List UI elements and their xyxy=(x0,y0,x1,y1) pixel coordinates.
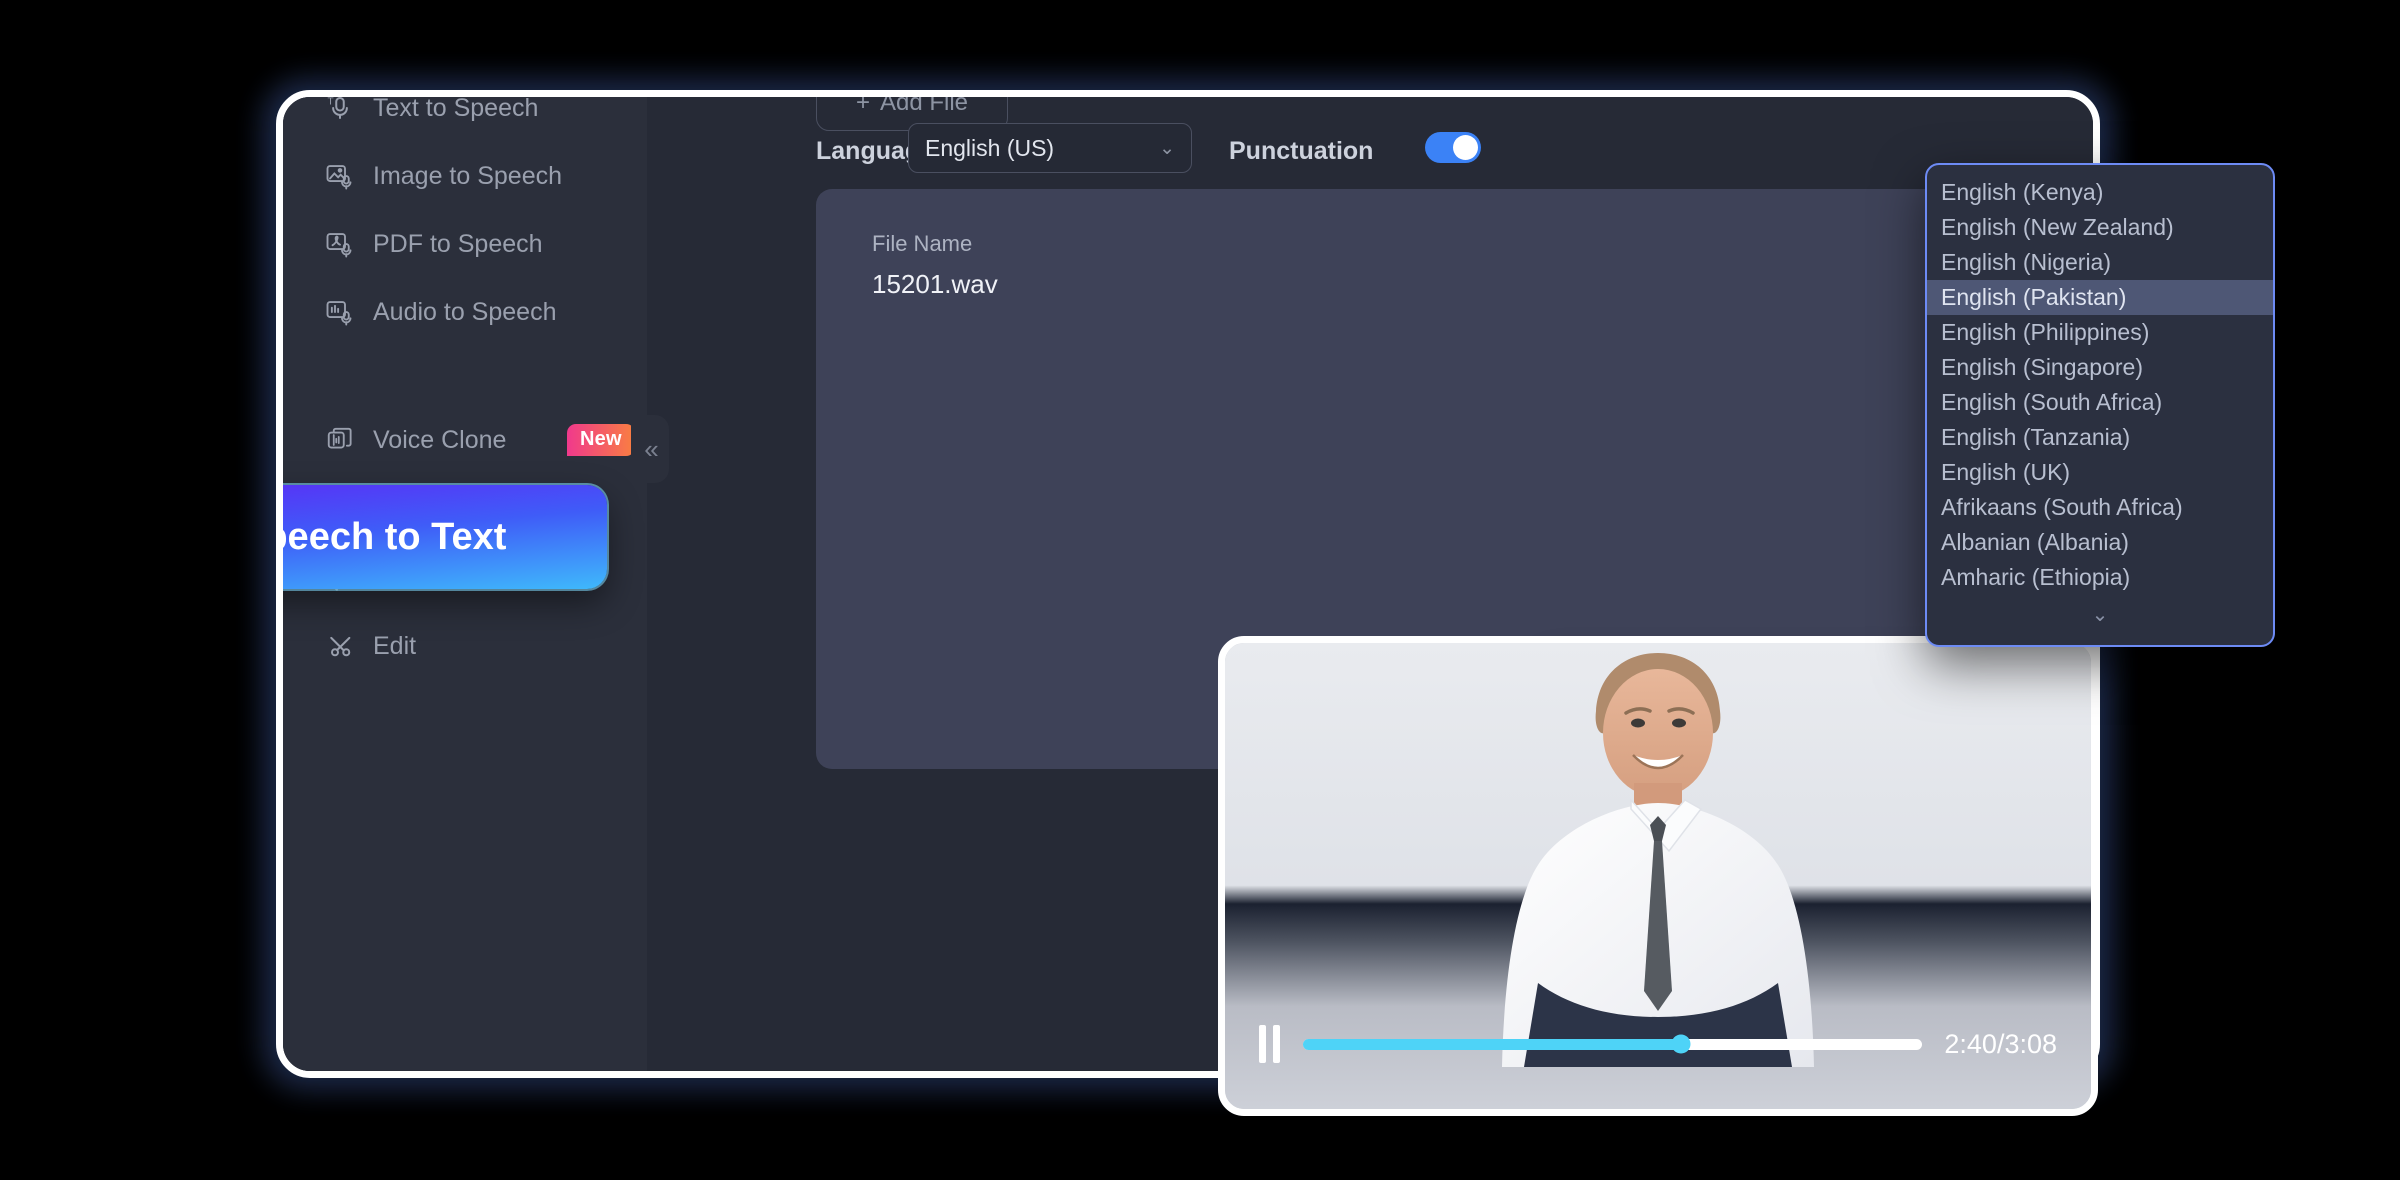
dropdown-option[interactable]: English (Kenya) xyxy=(1927,175,2273,210)
progress-filled xyxy=(1303,1038,1681,1050)
dropdown-option[interactable]: Amharic (Ethiopia) xyxy=(1927,560,2273,595)
sidebar-item-label: Voice Clone xyxy=(373,425,507,454)
toggle-knob xyxy=(1453,135,1478,160)
remove-button[interactable]: Rem xyxy=(2000,97,2053,102)
sidebar-item-text-to-speech[interactable]: T Text to Speech xyxy=(325,93,539,131)
chevron-down-icon: ⌄ xyxy=(1159,137,1175,159)
audio-to-speech-icon xyxy=(325,297,355,327)
person-image xyxy=(1502,653,1814,1067)
svg-text:T: T xyxy=(328,96,334,107)
image-to-speech-icon xyxy=(325,161,355,191)
video-player[interactable]: 2:40/3:08 xyxy=(1218,636,2098,1116)
sidebar-item-label: Image to Speech xyxy=(373,161,563,190)
dropdown-option[interactable]: English (New Zealand) xyxy=(1927,210,2273,245)
sidebar-item-image-to-speech[interactable]: Image to Speech xyxy=(325,153,562,199)
sidebar-item-audio-to-speech[interactable]: Audio to Speech xyxy=(325,289,556,335)
dropdown-option[interactable]: English (UK) xyxy=(1927,455,2273,490)
progress-bar[interactable] xyxy=(1303,1034,1923,1054)
language-select[interactable]: English (US) ⌄ xyxy=(908,123,1192,173)
text-to-speech-icon: T xyxy=(325,96,355,123)
dropdown-option[interactable]: Afrikaans (South Africa) xyxy=(1927,490,2273,525)
dropdown-option[interactable]: English (Nigeria) xyxy=(1927,245,2273,280)
sidebar-item-label: PDF to Speech xyxy=(373,229,543,258)
dropdown-option[interactable]: English (South Africa) xyxy=(1927,385,2273,420)
pdf-to-speech-icon xyxy=(325,229,355,259)
sidebar-item-voice-clone[interactable]: Voice Clone xyxy=(325,417,506,463)
voice-clone-icon xyxy=(325,425,355,455)
voice-clone-new-badge: New xyxy=(567,424,635,456)
language-select-value: English (US) xyxy=(925,134,1055,161)
add-file-label: Add File xyxy=(879,90,969,116)
progress-handle[interactable] xyxy=(1671,1034,1691,1054)
file-name-label: File Name xyxy=(872,231,973,256)
edit-scissors-icon xyxy=(325,631,355,661)
language-dropdown[interactable]: English (Kenya) English (New Zealand) En… xyxy=(1925,163,2275,647)
speech-to-text-badge[interactable]: Speech to Text xyxy=(283,485,607,589)
punctuation-label: Punctuation xyxy=(1229,137,1374,165)
dropdown-scroll-down-icon[interactable]: ⌄ xyxy=(1927,595,2273,633)
dropdown-option[interactable]: English (Tanzania) xyxy=(1927,420,2273,455)
video-controls: 2:40/3:08 xyxy=(1225,1025,2091,1063)
sidebar-item-pdf-to-speech[interactable]: PDF to Speech xyxy=(325,221,543,267)
dropdown-option-selected[interactable]: English (Pakistan) xyxy=(1927,280,2273,315)
dropdown-option[interactable]: Albanian (Albania) xyxy=(1927,525,2273,560)
file-name-value: 15201.wav xyxy=(872,269,998,299)
sidebar-item-label: Text to Speech xyxy=(373,93,539,122)
speech-to-text-label: Speech to Text xyxy=(283,515,507,558)
pause-button[interactable] xyxy=(1259,1025,1281,1063)
sidebar-item-edit[interactable]: Edit xyxy=(325,623,416,669)
punctuation-toggle[interactable] xyxy=(1425,132,1481,163)
dropdown-option[interactable]: English (Philippines) xyxy=(1927,315,2273,350)
dropdown-option[interactable]: English (Singapore) xyxy=(1927,350,2273,385)
plus-icon: + xyxy=(855,90,870,116)
screenshot-root: T Text to Speech Image to Speech PDF to … xyxy=(0,0,2400,1180)
sidebar-item-label: Edit xyxy=(373,631,417,660)
sidebar-item-label: Audio to Speech xyxy=(373,297,557,326)
time-display: 2:40/3:08 xyxy=(1944,1028,2057,1059)
